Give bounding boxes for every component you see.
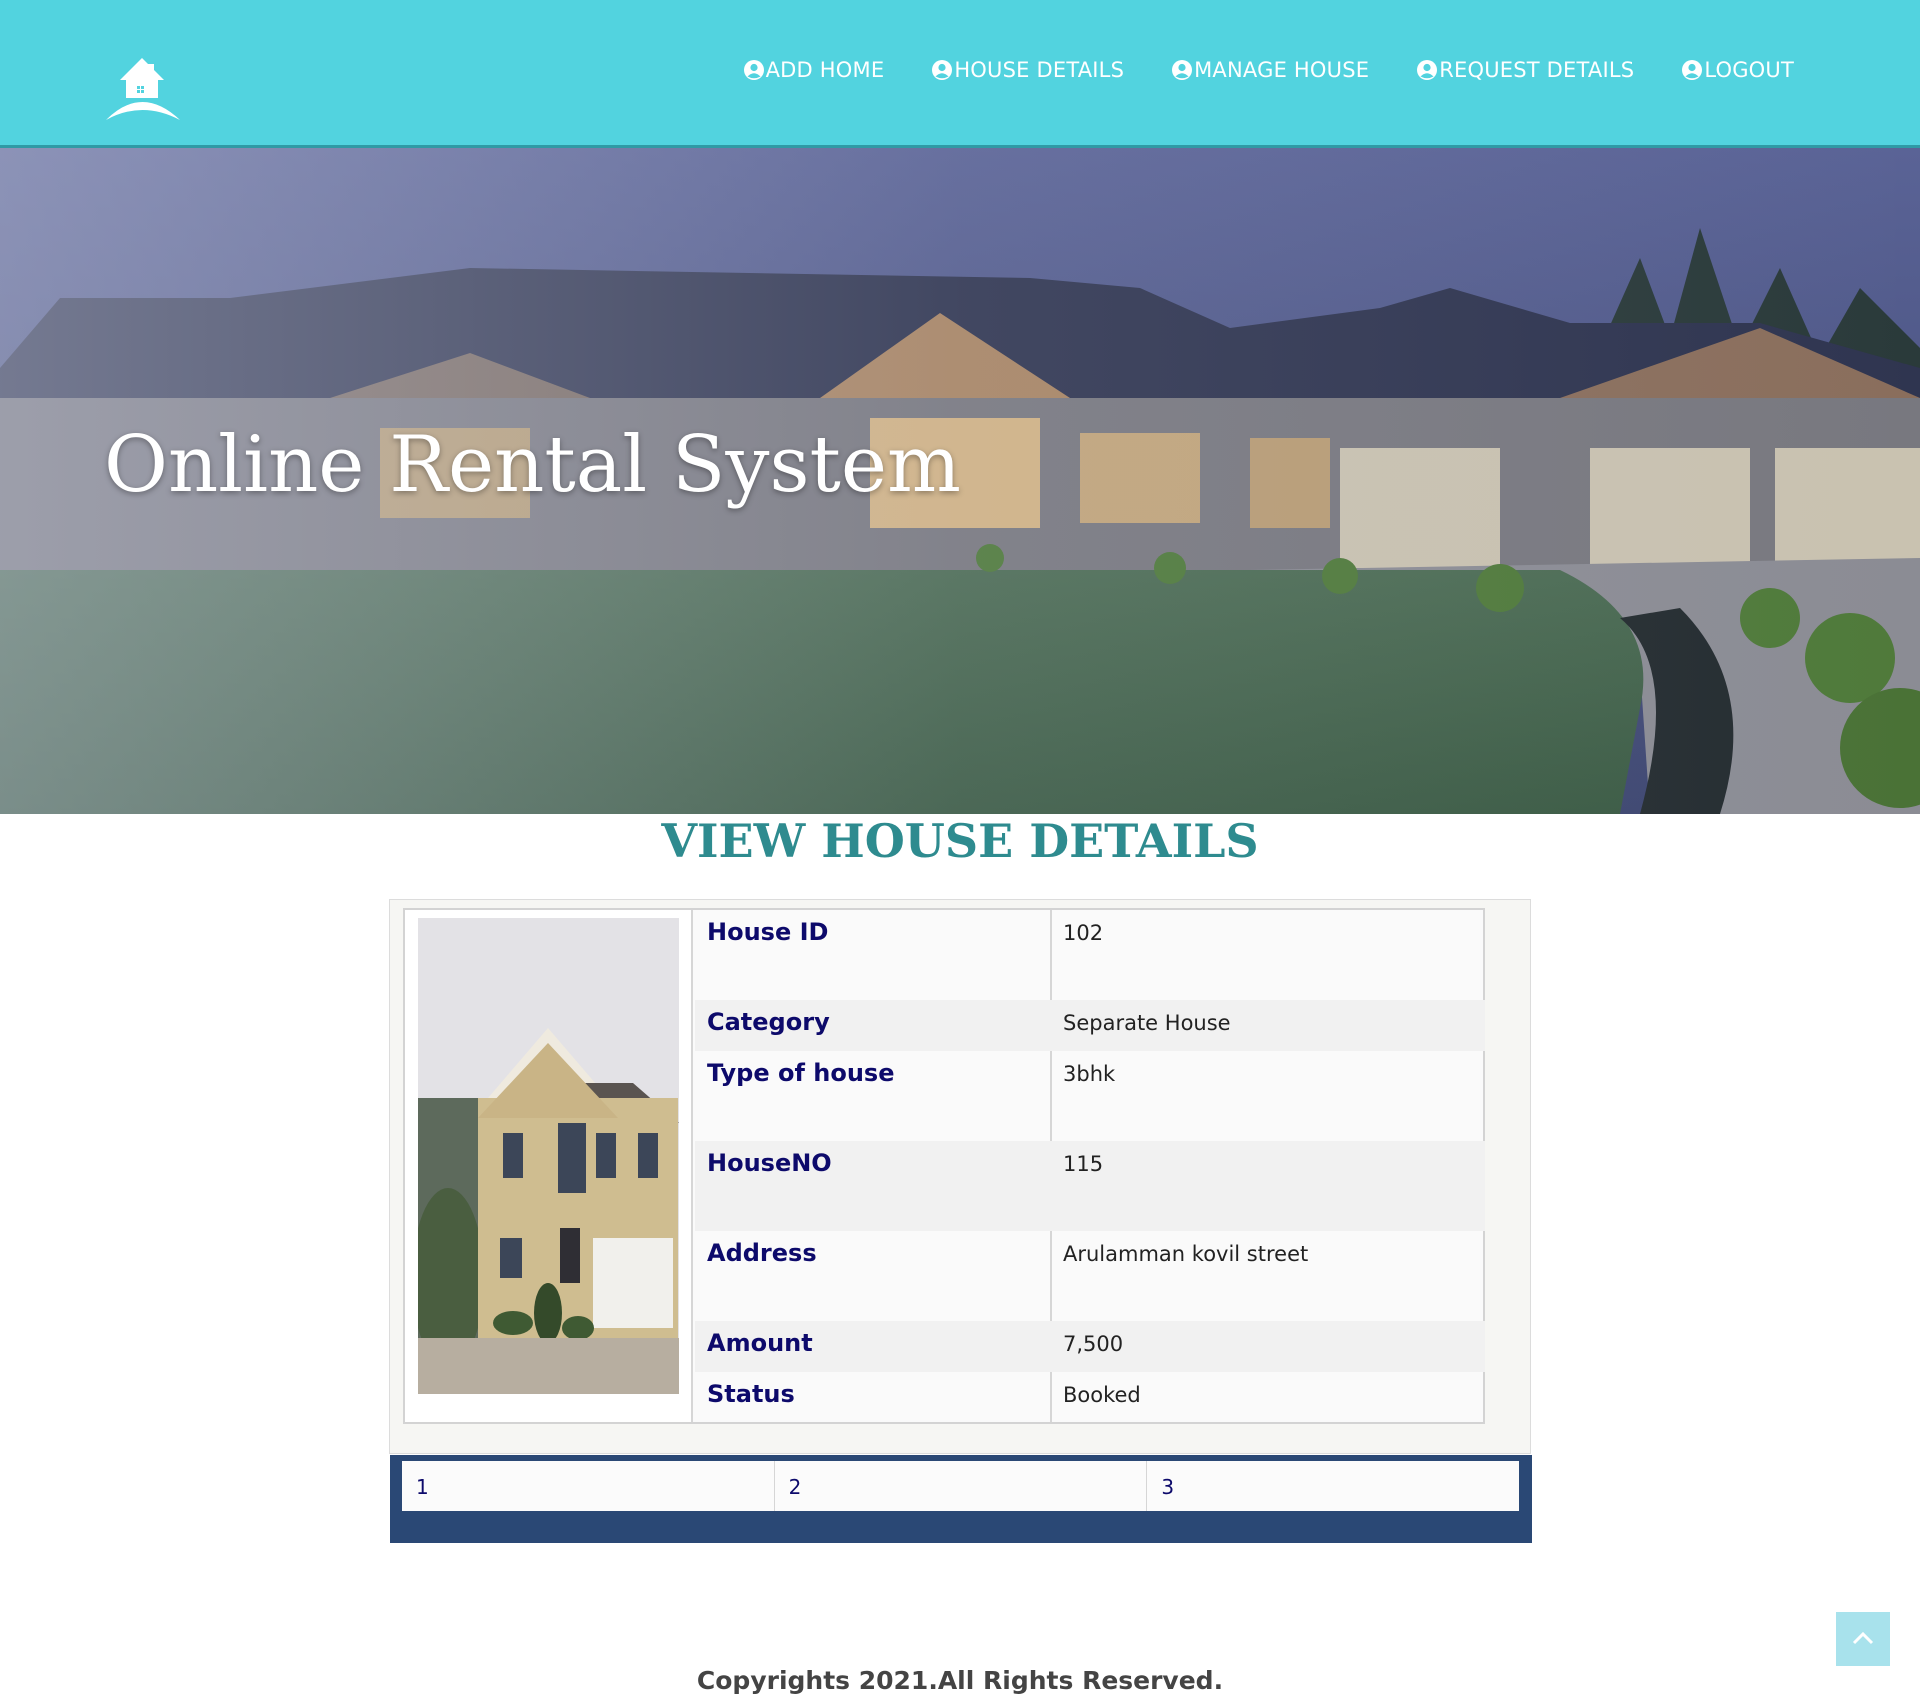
- pagination: 1 2 3: [402, 1461, 1519, 1511]
- category-row: Category Separate House: [695, 1000, 1485, 1051]
- section-title: VIEW HOUSE DETAILS: [661, 814, 1259, 868]
- amount-row: Amount 7,500: [695, 1321, 1485, 1372]
- category-value: Separate House: [1063, 1011, 1231, 1035]
- house-photo-cell: [405, 910, 693, 1422]
- house-no-row: HouseNO 115: [695, 1141, 1485, 1231]
- nav-add-home-label: ADD HOME: [765, 58, 885, 82]
- user-circle-icon: [743, 59, 765, 81]
- amount-label: Amount: [707, 1329, 813, 1357]
- house-id-value: 102: [1063, 921, 1104, 945]
- nav-logout-label: LOGOUT: [1704, 58, 1794, 82]
- type-of-house-label: Type of house: [707, 1059, 895, 1087]
- nav-house-details[interactable]: HOUSE DETAILS: [931, 58, 1124, 82]
- house-id-row: House ID 102: [695, 910, 1485, 1000]
- status-label: Status: [707, 1380, 795, 1408]
- hero-banner: Online Rental System: [0, 148, 1920, 814]
- chevron-up-icon: [1852, 1631, 1874, 1645]
- nav-house-details-label: HOUSE DETAILS: [954, 58, 1125, 82]
- house-details-card: House ID 102 Category Separate House Typ…: [403, 908, 1485, 1424]
- address-value: Arulamman kovil street: [1063, 1242, 1309, 1266]
- user-circle-icon: [1171, 59, 1193, 81]
- house-logo-icon[interactable]: [104, 56, 184, 122]
- user-circle-icon: [1681, 59, 1703, 81]
- house-id-label: House ID: [707, 918, 829, 946]
- page-link-2[interactable]: 2: [775, 1461, 1148, 1511]
- address-label: Address: [707, 1239, 817, 1267]
- scroll-to-top-button[interactable]: [1836, 1612, 1890, 1666]
- house-photo: [418, 918, 679, 1394]
- status-value: Booked: [1063, 1383, 1141, 1407]
- address-row: Address Arulamman kovil street: [695, 1231, 1485, 1321]
- hero-title: Online Rental System: [104, 420, 961, 510]
- user-circle-icon: [1416, 59, 1438, 81]
- nav-request-details[interactable]: REQUEST DETAILS: [1416, 58, 1634, 82]
- nav-request-details-label: REQUEST DETAILS: [1439, 58, 1635, 82]
- status-row: Status Booked: [695, 1372, 1485, 1422]
- type-of-house-row: Type of house 3bhk: [695, 1051, 1485, 1141]
- page-link-1[interactable]: 1: [402, 1461, 775, 1511]
- main-nav: ADD HOME HOUSE DETAILS MANAGE HOUSE REQU…: [743, 58, 1794, 82]
- category-label: Category: [707, 1008, 830, 1036]
- pagination-bar: 1 2 3: [390, 1455, 1532, 1543]
- type-of-house-value: 3bhk: [1063, 1062, 1116, 1086]
- page-link-3[interactable]: 3: [1147, 1461, 1519, 1511]
- user-circle-icon: [931, 59, 953, 81]
- amount-value: 7,500: [1063, 1332, 1124, 1356]
- nav-logout[interactable]: LOGOUT: [1681, 58, 1794, 82]
- house-no-value: 115: [1063, 1152, 1104, 1176]
- nav-manage-house[interactable]: MANAGE HOUSE: [1171, 58, 1369, 82]
- house-no-label: HouseNO: [707, 1149, 832, 1177]
- house-details-panel: House ID 102 Category Separate House Typ…: [389, 899, 1532, 1543]
- nav-add-home[interactable]: ADD HOME: [743, 58, 885, 82]
- top-navbar: ADD HOME HOUSE DETAILS MANAGE HOUSE REQU…: [0, 0, 1920, 148]
- nav-manage-house-label: MANAGE HOUSE: [1194, 58, 1370, 82]
- footer-copyright: Copyrights 2021.All Rights Reserved.: [696, 1666, 1224, 1695]
